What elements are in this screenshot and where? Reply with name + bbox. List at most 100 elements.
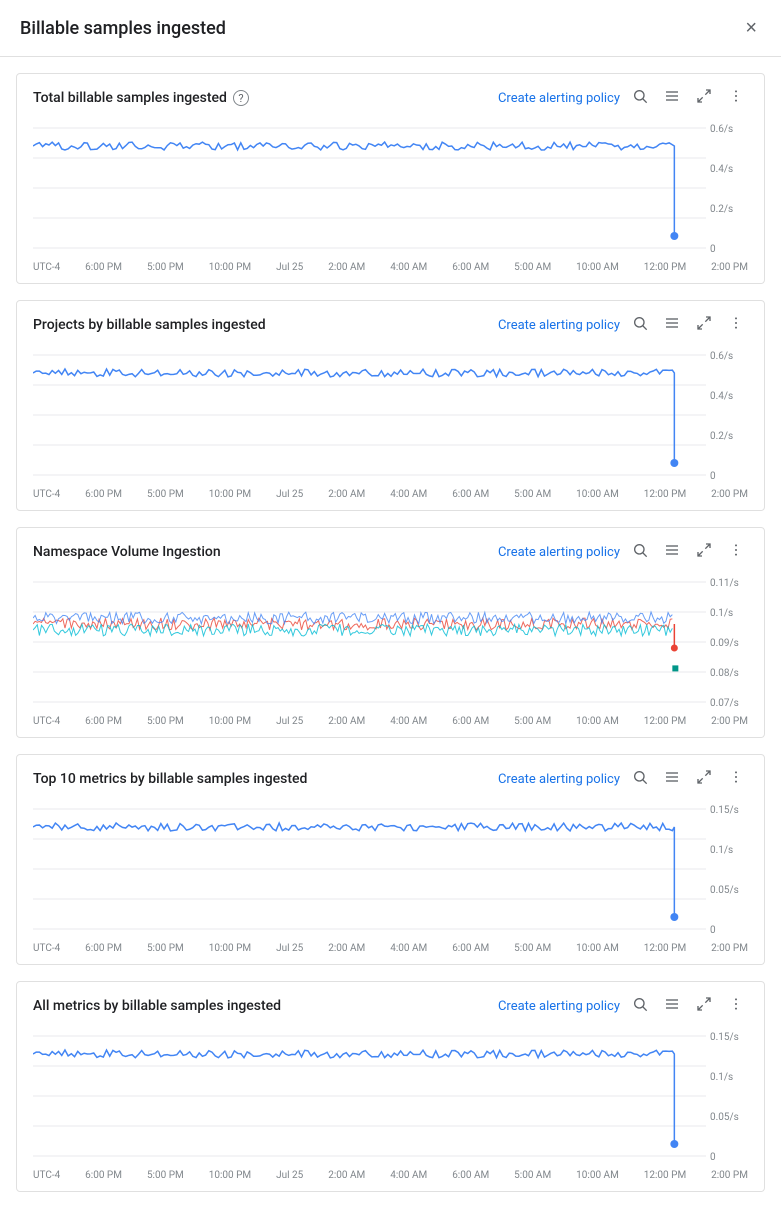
chart-title-row-5: All metrics by billable samples ingested [33, 998, 281, 1014]
x-axis-label: 2:00 PM [711, 489, 748, 500]
chart-panel-5: All metrics by billable samples ingested… [16, 981, 765, 1192]
chart-title-1: Total billable samples ingested [33, 90, 227, 106]
search-icon[interactable] [628, 540, 652, 564]
x-axis-label: 12:00 PM [644, 1170, 686, 1181]
svg-text:0.05/s: 0.05/s [710, 885, 739, 896]
chart-header-4: Top 10 metrics by billable samples inges… [17, 755, 764, 799]
chart-header-3: Namespace Volume IngestionCreate alertin… [17, 528, 764, 572]
svg-text:0.2/s: 0.2/s [710, 204, 733, 215]
x-axis-label: Jul 25 [276, 489, 303, 500]
x-axis-label: 5:00 PM [147, 489, 184, 500]
x-axis-label: UTC-4 [33, 1170, 60, 1181]
svg-text:0: 0 [710, 925, 716, 936]
chart-footer-5: UTC-46:00 PM5:00 PM10:00 PMJul 252:00 AM… [17, 1166, 764, 1191]
x-axis-label: 10:00 AM [576, 262, 619, 273]
svg-text:0.1/s: 0.1/s [710, 1072, 733, 1083]
x-axis-label: 6:00 PM [85, 716, 122, 727]
x-axis-label: 6:00 PM [85, 1170, 122, 1181]
chart-title-row-2: Projects by billable samples ingested [33, 317, 266, 333]
chart-actions-2: Create alerting policy [498, 313, 748, 337]
x-axis-label: 6:00 PM [85, 262, 122, 273]
chart-area-3: 0.11/s0.1/s0.09/s0.08/s0.07/s [33, 572, 748, 712]
x-axis-label: 2:00 PM [711, 262, 748, 273]
chart-actions-5: Create alerting policy [498, 994, 748, 1018]
svg-text:0.07/s: 0.07/s [710, 698, 739, 709]
x-axis-label: Jul 25 [276, 262, 303, 273]
x-axis-label: 10:00 PM [209, 489, 251, 500]
chart-area-2: 0.6/s0.4/s0.2/s0 [33, 345, 748, 485]
fullscreen-icon[interactable] [692, 86, 716, 110]
x-axis-label: 4:00 AM [390, 1170, 427, 1181]
x-axis-label: 12:00 PM [644, 489, 686, 500]
charts-container: Total billable samples ingested? Create a… [0, 73, 781, 1192]
legend-icon[interactable] [660, 767, 684, 791]
fullscreen-icon[interactable] [692, 313, 716, 337]
x-axis-label: UTC-4 [33, 943, 60, 954]
svg-text:0: 0 [710, 1152, 716, 1163]
x-axis-label: 4:00 AM [390, 943, 427, 954]
chart-area-5: 0.15/s0.1/s0.05/s0 [33, 1026, 748, 1166]
x-axis-label: 10:00 AM [576, 1170, 619, 1181]
svg-text:0.1/s: 0.1/s [710, 845, 733, 856]
x-axis-label: 10:00 PM [209, 943, 251, 954]
x-axis-label: 5:00 AM [514, 943, 551, 954]
search-icon[interactable] [628, 994, 652, 1018]
legend-icon[interactable] [660, 313, 684, 337]
fullscreen-icon[interactable] [692, 767, 716, 791]
x-axis-label: 10:00 PM [209, 716, 251, 727]
x-axis-label: 2:00 AM [328, 262, 365, 273]
x-axis-label: Jul 25 [276, 943, 303, 954]
chart-panel-2: Projects by billable samples ingested Cre… [16, 300, 765, 511]
chart-header-5: All metrics by billable samples ingested… [17, 982, 764, 1026]
x-axis-label: 2:00 AM [328, 943, 365, 954]
x-axis-label: 5:00 PM [147, 716, 184, 727]
x-axis-label: 2:00 AM [328, 1170, 365, 1181]
svg-text:0.4/s: 0.4/s [710, 164, 733, 175]
info-icon[interactable]: ? [233, 90, 249, 106]
x-axis-label: 4:00 AM [390, 262, 427, 273]
close-button[interactable]: × [741, 14, 761, 42]
search-icon[interactable] [628, 86, 652, 110]
create-alert-link-1[interactable]: Create alerting policy [498, 91, 620, 106]
fullscreen-icon[interactable] [692, 540, 716, 564]
create-alert-link-4[interactable]: Create alerting policy [498, 772, 620, 787]
chart-title-5: All metrics by billable samples ingested [33, 998, 281, 1014]
x-axis-label: 6:00 AM [452, 1170, 489, 1181]
svg-text:0.15/s: 0.15/s [710, 805, 739, 816]
chart-panel-1: Total billable samples ingested? Create a… [16, 73, 765, 284]
legend-icon[interactable] [660, 994, 684, 1018]
x-axis-label: 12:00 PM [644, 262, 686, 273]
x-axis-label: 5:00 AM [514, 489, 551, 500]
chart-footer-4: UTC-46:00 PM5:00 PM10:00 PMJul 252:00 AM… [17, 939, 764, 964]
search-icon[interactable] [628, 313, 652, 337]
create-alert-link-2[interactable]: Create alerting policy [498, 318, 620, 333]
x-axis-label: 5:00 AM [514, 262, 551, 273]
more-icon[interactable] [724, 313, 748, 337]
x-axis-label: UTC-4 [33, 489, 60, 500]
more-icon[interactable] [724, 540, 748, 564]
search-icon[interactable] [628, 767, 652, 791]
chart-footer-1: UTC-46:00 PM5:00 PM10:00 PMJul 252:00 AM… [17, 258, 764, 283]
svg-text:0.09/s: 0.09/s [710, 638, 739, 649]
fullscreen-icon[interactable] [692, 994, 716, 1018]
x-axis-label: 10:00 AM [576, 489, 619, 500]
legend-icon[interactable] [660, 540, 684, 564]
chart-title-2: Projects by billable samples ingested [33, 317, 266, 333]
chart-actions-3: Create alerting policy [498, 540, 748, 564]
x-axis-label: UTC-4 [33, 716, 60, 727]
create-alert-link-3[interactable]: Create alerting policy [498, 545, 620, 560]
x-axis-label: 5:00 PM [147, 943, 184, 954]
x-axis-label: 4:00 AM [390, 716, 427, 727]
more-icon[interactable] [724, 767, 748, 791]
svg-text:0: 0 [710, 244, 716, 255]
legend-icon[interactable] [660, 86, 684, 110]
chart-area-1: 0.6/s0.4/s0.2/s0 [33, 118, 748, 258]
create-alert-link-5[interactable]: Create alerting policy [498, 999, 620, 1014]
chart-panel-4: Top 10 metrics by billable samples inges… [16, 754, 765, 965]
more-icon[interactable] [724, 994, 748, 1018]
modal-title: Billable samples ingested [20, 18, 226, 39]
x-axis-label: 6:00 PM [85, 489, 122, 500]
chart-header-2: Projects by billable samples ingested Cre… [17, 301, 764, 345]
more-icon[interactable] [724, 86, 748, 110]
x-axis-label: 2:00 AM [328, 716, 365, 727]
